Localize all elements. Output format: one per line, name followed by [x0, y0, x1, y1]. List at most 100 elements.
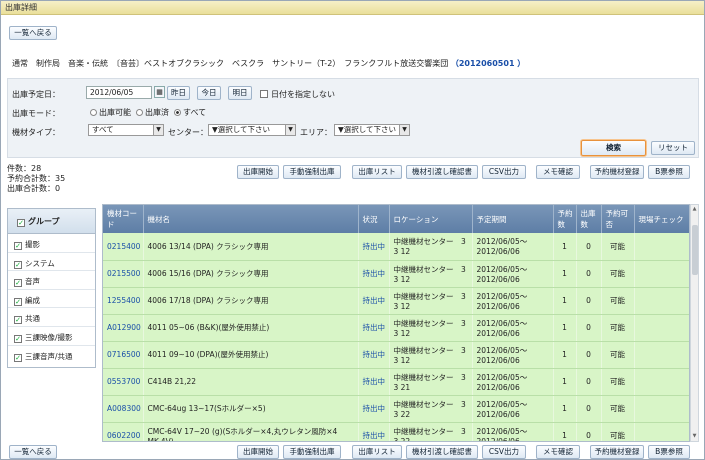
group-item-label: 撮影	[25, 240, 40, 249]
checkbox-icon	[260, 90, 268, 98]
memo-button[interactable]: メモ確認	[536, 445, 580, 459]
status-cell[interactable]: 持出中	[358, 260, 390, 288]
type-select-value: すべて	[92, 125, 114, 134]
column-header[interactable]: 出庫数	[576, 205, 602, 233]
equipment-code-cell[interactable]: 0716500	[103, 341, 144, 369]
table-scrollbar[interactable]: ▲ ▼	[690, 204, 699, 442]
equipment-name-cell: CMC-64V 17~20 (g)(Sホルダー×4,丸ウレタン風防×4 MK-4…	[143, 422, 359, 441]
issued-count-cell: 0	[576, 368, 602, 396]
center-select[interactable]: ▼選択して下さい ▼	[208, 124, 296, 136]
status-cell[interactable]: 持出中	[358, 233, 390, 261]
status-cell[interactable]: 持出中	[358, 287, 390, 315]
today-button[interactable]: 今日	[197, 86, 221, 100]
status-cell[interactable]: 持出中	[358, 314, 390, 342]
equipment-code-cell[interactable]: 0215400	[103, 233, 144, 261]
equipment-code-cell[interactable]: A008300	[103, 395, 144, 423]
group-header[interactable]: ✓ グループ	[8, 209, 95, 234]
back-to-list-button-top[interactable]: 一覧へ戻る	[9, 26, 57, 40]
column-header[interactable]: 予約数	[553, 205, 577, 233]
equipment-code-cell[interactable]: 0602200	[103, 422, 144, 441]
column-header[interactable]: ロケーション	[389, 205, 473, 233]
status-cell[interactable]: 持出中	[358, 422, 390, 441]
equipment-code-cell[interactable]: A012900	[103, 314, 144, 342]
reset-button[interactable]: リセット	[651, 141, 695, 155]
calendar-icon[interactable]: ▦	[154, 86, 165, 98]
csv-export-button[interactable]: CSV出力	[482, 445, 526, 459]
group-item[interactable]: ✓ 三課音声/共通	[8, 346, 95, 365]
csv-export-button[interactable]: CSV出力	[482, 165, 526, 179]
equipment-name-cell: 4006 13/14 (DPA) クラシック専用	[143, 233, 359, 261]
group-item-label: 編成	[25, 295, 40, 305]
group-item[interactable]: ✓ 編成	[8, 290, 95, 309]
memo-button[interactable]: メモ確認	[536, 165, 580, 179]
mode-option-label: 出庫済	[145, 108, 169, 117]
type-select[interactable]: すべて ▼	[88, 124, 164, 136]
handover-doc-button[interactable]: 機材引渡し確認書	[406, 165, 478, 179]
issue-list-button[interactable]: 出庫リスト	[352, 445, 402, 459]
status-cell[interactable]: 持出中	[358, 395, 390, 423]
area-select-value: ▼選択して下さい	[338, 125, 397, 134]
yesterday-button[interactable]: 昨日	[167, 86, 190, 100]
status-cell[interactable]: 持出中	[358, 368, 390, 396]
date-input[interactable]: 2012/06/05	[86, 86, 152, 99]
b-slip-button[interactable]: B票参照	[648, 165, 690, 179]
scroll-up-icon[interactable]: ▲	[691, 205, 698, 214]
column-header[interactable]: 予約可否	[601, 205, 635, 233]
table-row[interactable]: 1255400 4006 17/18 (DPA) クラシック専用 持出中 中継機材セン…	[103, 287, 689, 315]
equipment-code-cell[interactable]: 0553700	[103, 368, 144, 396]
checkbox-checked-icon: ✓	[17, 219, 25, 227]
equipment-code-cell[interactable]: 0215500	[103, 260, 144, 288]
table-row[interactable]: 0602200 CMC-64V 17~20 (g)(Sホルダー×4,丸ウレタン風防…	[103, 422, 689, 441]
area-select[interactable]: ▼選択して下さい ▼	[334, 124, 410, 136]
group-item[interactable]: ✓ 音声	[8, 271, 95, 290]
force-issue-button[interactable]: 手動強制出庫	[283, 165, 341, 179]
reserved-count-cell: 1	[553, 314, 577, 342]
reserved-count-cell: 1	[553, 287, 577, 315]
column-header[interactable]: 現場チェック	[634, 205, 689, 233]
period-cell: 2012/06/05～ 2012/06/06	[472, 368, 554, 396]
column-header[interactable]: 状況	[358, 205, 390, 233]
group-item[interactable]: ✓ 共通	[8, 308, 95, 327]
group-item[interactable]: ✓ 三課映像/撮影	[8, 327, 95, 346]
column-header[interactable]: 機材コード	[103, 205, 144, 233]
group-item[interactable]: ✓ 撮影	[8, 234, 95, 253]
reserved-count-cell: 1	[553, 395, 577, 423]
reserve-register-button[interactable]: 予約機材登録	[590, 165, 644, 179]
back-to-list-button-bottom[interactable]: 一覧へ戻る	[9, 445, 57, 459]
site-check-cell	[634, 368, 689, 396]
scroll-down-icon[interactable]: ▼	[691, 432, 698, 441]
status-cell[interactable]: 持出中	[358, 341, 390, 369]
availability-cell: 可能	[601, 422, 635, 441]
force-issue-button[interactable]: 手動強制出庫	[283, 445, 341, 459]
mode-radio-issued[interactable]: 出庫済	[136, 107, 169, 118]
reserve-register-button[interactable]: 予約機材登録	[590, 445, 644, 459]
table-row[interactable]: 0716500 4011 09~10 (DPA)(屋外使用禁止) 持出中 中継機材セン…	[103, 341, 689, 369]
mode-radio-all[interactable]: すべて	[174, 107, 206, 118]
column-header[interactable]: 機材名	[143, 205, 359, 233]
equipment-name-cell: 4006 17/18 (DPA) クラシック専用	[143, 287, 359, 315]
table-row[interactable]: 0553700 C414B 21,22 持出中 中継機材センター 3 3 21 2012…	[103, 368, 689, 396]
mode-radio-available[interactable]: 出庫可能	[90, 107, 131, 118]
chevron-down-icon: ▼	[285, 125, 295, 135]
table-row[interactable]: 0215500 4006 15/16 (DPA) クラシック専用 持出中 中継機材セン…	[103, 260, 689, 288]
no-date-checkbox[interactable]: 日付を指定しない	[260, 89, 335, 100]
period-cell: 2012/06/05～ 2012/06/06	[472, 341, 554, 369]
table-row[interactable]: 0215400 4006 13/14 (DPA) クラシック専用 持出中 中継機材セン…	[103, 233, 689, 261]
equipment-code-cell[interactable]: 1255400	[103, 287, 144, 315]
tomorrow-button[interactable]: 明日	[228, 86, 252, 100]
search-button[interactable]: 検索	[581, 140, 646, 156]
start-issue-button[interactable]: 出庫開始	[237, 445, 279, 459]
no-date-label: 日付を指定しない	[271, 90, 335, 99]
availability-cell: 可能	[601, 368, 635, 396]
column-header[interactable]: 予定期間	[472, 205, 554, 233]
location-cell: 中継機材センター 3 3 12	[389, 341, 473, 369]
issue-list-button[interactable]: 出庫リスト	[352, 165, 402, 179]
table-row[interactable]: A008300 CMC-64ug 13~17(Sホルダー×5) 持出中 中継機材センタ…	[103, 395, 689, 423]
start-issue-button[interactable]: 出庫開始	[237, 165, 279, 179]
group-item[interactable]: ✓ システム	[8, 253, 95, 272]
scroll-thumb[interactable]	[692, 225, 698, 275]
handover-doc-button[interactable]: 機材引渡し確認書	[406, 445, 478, 459]
location-cell: 中継機材センター 3 3 12	[389, 287, 473, 315]
table-row[interactable]: A012900 4011 05~06 (B&K)(屋外使用禁止) 持出中 中継機材セン…	[103, 314, 689, 342]
b-slip-button[interactable]: B票参照	[648, 445, 690, 459]
